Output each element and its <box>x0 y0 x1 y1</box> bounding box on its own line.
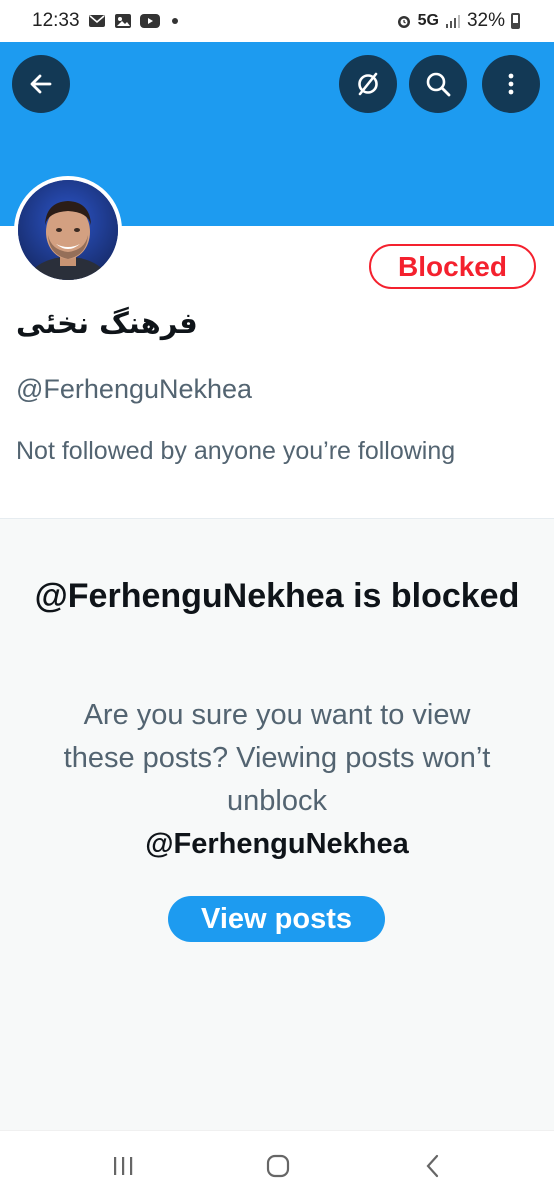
home-button[interactable] <box>258 1149 298 1183</box>
back-chevron-icon <box>426 1154 439 1178</box>
home-icon <box>266 1154 290 1178</box>
battery-icon <box>511 13 520 29</box>
blocked-panel-body-text: Are you sure you want to view these post… <box>63 699 491 817</box>
blocked-panel-title: @FerhenguNekhea is blocked <box>34 577 520 615</box>
system-nav-bar <box>0 1130 554 1201</box>
grok-button[interactable] <box>339 55 397 113</box>
battery-percent: 32% <box>466 10 505 31</box>
search-button[interactable] <box>409 55 467 113</box>
search-icon <box>426 72 451 97</box>
signal-icon <box>445 15 460 28</box>
notification-dot <box>171 18 178 24</box>
more-button[interactable] <box>482 55 540 113</box>
back-button[interactable] <box>12 55 70 113</box>
status-right: 5G 32% <box>396 10 520 32</box>
status-time: 12:33 <box>32 10 80 31</box>
blocked-panel-handle: @FerhenguNekhea <box>145 828 409 860</box>
arrow-left-icon <box>30 74 52 94</box>
person-portrait-icon <box>18 180 118 280</box>
gallery-icon <box>114 14 131 28</box>
avatar-photo <box>18 180 118 280</box>
youtube-icon <box>139 14 160 28</box>
grok-icon <box>358 72 378 96</box>
blocked-button[interactable]: Blocked <box>369 244 536 289</box>
nav-back-button[interactable] <box>413 1149 453 1183</box>
followers-you-know-note: Not followed by anyone you’re following <box>16 437 456 465</box>
display-name: فرهنگ نخئی <box>16 306 198 340</box>
avatar[interactable] <box>14 176 122 284</box>
recents-icon <box>114 1157 133 1175</box>
status-left: 12:33 <box>32 10 178 32</box>
recents-button[interactable] <box>103 1149 143 1183</box>
user-handle: @FerhenguNekhea <box>16 374 253 404</box>
alarm-icon <box>397 16 410 28</box>
view-posts-button[interactable]: View posts <box>168 896 385 942</box>
more-vertical-icon <box>508 73 514 95</box>
status-bar: 12:33 5G 32% <box>0 0 554 42</box>
network-type: 5G <box>417 12 439 29</box>
blocked-panel-message: Are you sure you want to view these post… <box>60 694 494 866</box>
mail-icon <box>88 15 105 27</box>
